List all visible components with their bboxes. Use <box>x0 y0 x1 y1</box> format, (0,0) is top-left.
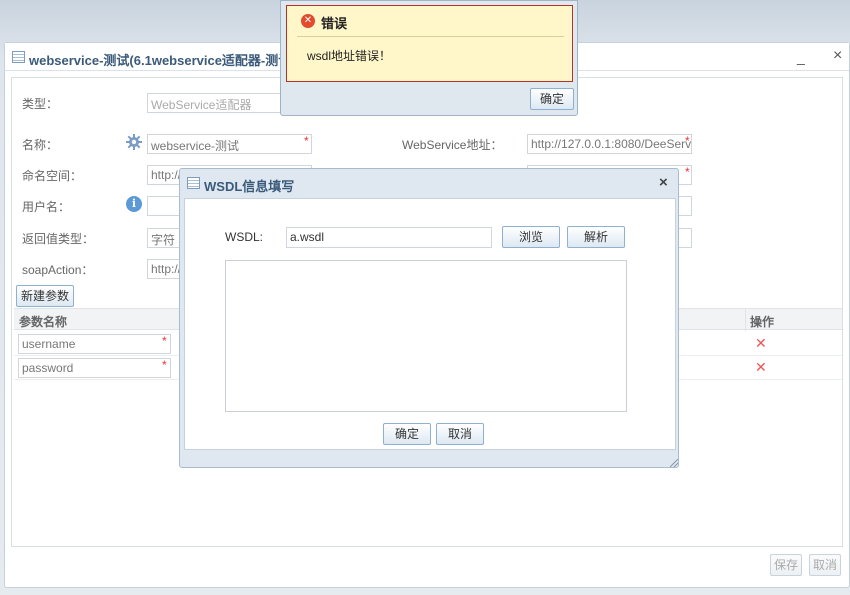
wsdl-ok-button[interactable]: 确定 <box>383 423 431 445</box>
error-ok-button[interactable]: 确定 <box>530 88 574 110</box>
required-mark: * <box>162 334 167 348</box>
error-dialog: ✕ 错误 wsdl地址错误！ 确定 <box>280 0 578 116</box>
name-field[interactable]: webservice-测试 <box>147 134 312 154</box>
footer-cancel-button[interactable]: 取消 <box>809 554 841 576</box>
wsdl-dialog-body: WSDL: a.wsdl 浏览 解析 确定 取消 <box>184 198 676 450</box>
param-name-field[interactable]: password <box>18 358 171 378</box>
type-label: 类型： <box>22 97 59 111</box>
wsdl-label: WSDL: <box>225 230 264 244</box>
close-icon[interactable]: × <box>833 47 842 65</box>
gear-icon[interactable] <box>125 133 143 151</box>
required-mark: * <box>304 134 309 148</box>
parse-button[interactable]: 解析 <box>567 226 625 248</box>
window-icon <box>187 177 200 189</box>
name-label: 名称： <box>22 138 59 152</box>
operation-column-header: 操作 <box>750 315 775 329</box>
required-mark: * <box>685 165 690 179</box>
error-message-box: ✕ 错误 wsdl地址错误！ <box>286 5 573 82</box>
username-label: 用户名： <box>22 200 71 214</box>
minimize-icon[interactable]: _ <box>797 49 805 65</box>
info-icon[interactable]: i <box>126 196 142 212</box>
wsdl-output-textarea[interactable] <box>225 260 627 412</box>
namespace-label: 命名空间： <box>22 169 83 183</box>
window-icon <box>12 51 25 63</box>
wsdl-dialog: WSDL信息填写 × WSDL: a.wsdl 浏览 解析 确定 取消 <box>179 168 679 468</box>
save-button[interactable]: 保存 <box>770 554 802 576</box>
delete-icon[interactable]: ✕ <box>755 359 767 376</box>
required-mark: * <box>685 134 690 148</box>
param-name-field[interactable]: username <box>18 334 171 354</box>
browse-button[interactable]: 浏览 <box>502 226 560 248</box>
new-param-button[interactable]: 新建参数 <box>16 285 74 307</box>
divider <box>297 36 564 37</box>
resize-handle-icon[interactable] <box>670 459 678 467</box>
close-icon[interactable]: × <box>659 174 668 191</box>
delete-icon[interactable]: ✕ <box>755 335 767 352</box>
error-title: 错误 <box>321 16 348 31</box>
required-mark: * <box>162 358 167 372</box>
column-divider <box>745 309 746 331</box>
wsdl-input[interactable]: a.wsdl <box>286 227 492 248</box>
ws-address-field[interactable]: http://127.0.0.1:8080/DeeServ <box>527 134 692 154</box>
error-icon: ✕ <box>301 14 315 28</box>
return-type-label: 返回值类型： <box>22 232 95 246</box>
soap-action-label: soapAction： <box>22 263 94 277</box>
wsdl-cancel-button[interactable]: 取消 <box>436 423 484 445</box>
ws-address-label: WebService地址： <box>402 138 503 152</box>
wsdl-dialog-title[interactable]: WSDL信息填写 <box>204 176 294 195</box>
param-name-column-header: 参数名称 <box>19 315 68 329</box>
main-window-title: webservice-测试(6.1webservice适配器-测试) <box>29 53 296 68</box>
error-message: wsdl地址错误！ <box>307 49 392 63</box>
type-field[interactable]: WebService适配器 <box>147 93 292 113</box>
